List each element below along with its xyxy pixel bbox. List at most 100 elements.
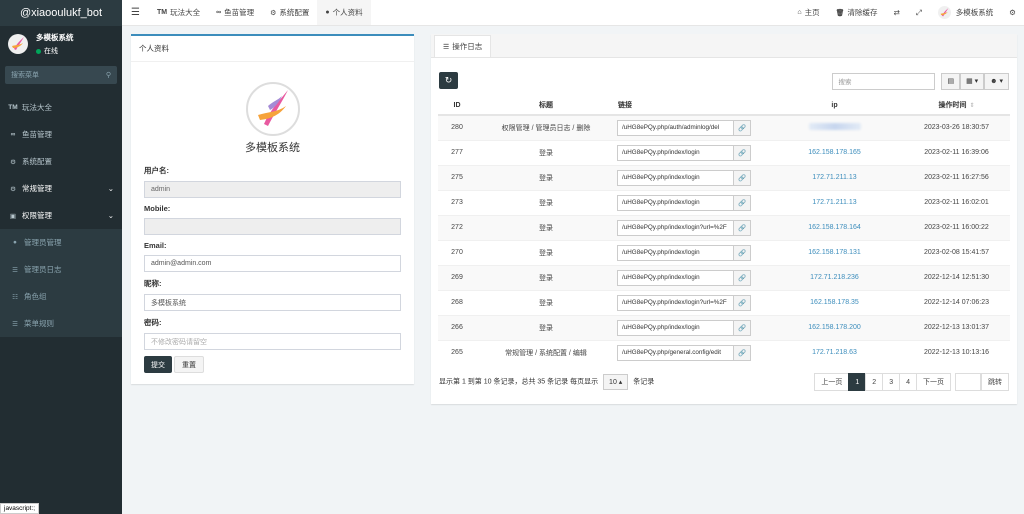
tab-system-config[interactable]: ⚙ 系统配置 (262, 0, 317, 25)
url-field[interactable]: /uHG8ePQy.php/index/login (617, 144, 734, 161)
open-link-button[interactable]: 🔗 (734, 319, 751, 336)
tab-operation-log[interactable]: ☰ 操作日志 (434, 35, 492, 57)
app-brand[interactable]: @xiaooulukf_bot (0, 0, 122, 26)
url-field[interactable]: /uHG8ePQy.php/auth/adminlog/del (617, 119, 734, 136)
home-link[interactable]: ⌂ 主页 (789, 0, 827, 25)
sidebar-item-playbook[interactable]: TM 玩法大全 (0, 94, 122, 121)
url-field[interactable]: /uHG8ePQy.php/index/login?url=%2F (617, 219, 734, 236)
jump-page-input[interactable] (955, 373, 981, 391)
user-status: 在线 (36, 46, 74, 56)
url-field[interactable]: /uHG8ePQy.php/index/login (617, 319, 734, 336)
open-link-button[interactable]: 🔗 (734, 194, 751, 211)
column-header-time[interactable]: 操作时间 ⇕ (903, 96, 1010, 116)
nickname-field[interactable]: 多模板系统 (144, 294, 401, 311)
open-link-button[interactable]: 🔗 (734, 269, 751, 286)
page-button-1[interactable]: 1 (848, 373, 867, 391)
table-row[interactable]: 275 登录 /uHG8ePQy.php/index/login 🔗 172.7… (438, 164, 1010, 190)
password-field[interactable]: 不修改密码请留空 (144, 333, 401, 350)
sidebar-item-system-config[interactable]: ⚙ 系统配置 (0, 148, 122, 175)
log-search-input[interactable]: 搜索 (832, 72, 936, 90)
refresh-button[interactable]: ↻ (439, 72, 458, 89)
account-menu[interactable]: 多模板系统 (930, 0, 1002, 25)
tab-playbook[interactable]: TM 玩法大全 (149, 0, 208, 25)
column-header-id[interactable]: ID (438, 96, 476, 116)
sidebar-item-admin-log[interactable]: ☰ 管理员日志 (0, 256, 122, 283)
open-link-button[interactable]: 🔗 (734, 294, 751, 311)
chevron-down-icon: ⌄ (107, 211, 114, 220)
tab-profile[interactable]: ● 个人资料 (317, 0, 371, 25)
url-field[interactable]: /uHG8ePQy.php/index/login (617, 269, 734, 286)
reset-button[interactable]: 重置 (174, 356, 204, 373)
table-row[interactable]: 277 登录 /uHG8ePQy.php/index/login 🔗 162.1… (438, 139, 1010, 165)
search-icon[interactable]: ⚲ (106, 71, 111, 79)
open-link-button[interactable]: 🔗 (734, 219, 751, 236)
sidebar-item-role-group[interactable]: ☷ 角色组 (0, 283, 122, 310)
open-link-button[interactable]: 🔗 (734, 144, 751, 161)
open-link-button[interactable]: 🔗 (734, 119, 751, 136)
sidebar-item-fish-fry[interactable]: ∞ 鱼苗管理 (0, 121, 122, 148)
sidebar-item-menu-rules[interactable]: ☰ 菜单规则 (0, 310, 122, 337)
url-field[interactable]: /uHG8ePQy.php/index/login (617, 169, 734, 186)
gear-icon: ⚙ (10, 158, 16, 166)
cell-url: /uHG8ePQy.php/index/login 🔗 (616, 314, 766, 340)
cell-url: /uHG8ePQy.php/general.config/edit 🔗 (616, 339, 766, 365)
sidebar-item-permissions[interactable]: ▣ 权限管理 ⌄ (0, 202, 122, 229)
tab-fish-fry[interactable]: ∞ 鱼苗管理 (208, 0, 262, 25)
jump-button[interactable]: 跳转 (981, 373, 1009, 391)
table-row[interactable]: 280 权限管理 / 管理员日志 / 删除 /uHG8ePQy.php/auth… (438, 114, 1010, 140)
cell-ip: 162.158.178.131 (766, 239, 903, 265)
email-field[interactable]: admin@admin.com (144, 255, 401, 272)
language-icon[interactable]: ⇄ (885, 0, 907, 25)
url-field[interactable]: /uHG8ePQy.php/index/login (617, 194, 734, 211)
sidebar-search-input[interactable]: 搜索菜单 ⚲ (5, 66, 117, 84)
sidebar-item-admin-manage[interactable]: ● 管理员管理 (0, 229, 122, 256)
menu-toggle-icon[interactable]: ☰ (122, 0, 149, 25)
columns-button[interactable]: ▦ ▾ (960, 72, 985, 90)
table-row[interactable]: 270 登录 /uHG8ePQy.php/index/login 🔗 162.1… (438, 239, 1010, 265)
submit-button[interactable]: 提交 (144, 356, 172, 373)
cell-title: 登录 (476, 164, 616, 190)
open-link-button[interactable]: 🔗 (734, 169, 751, 186)
export-button[interactable]: ☻ ▾ (984, 72, 1009, 90)
cell-ip: 172.71.218.236 (766, 264, 903, 290)
url-field[interactable]: /uHG8ePQy.php/general.config/edit (617, 344, 734, 361)
link-icon: 🔗 (737, 324, 747, 332)
profile-form: 用户名: admin Mobile: Email: admin@admin.co… (131, 165, 414, 373)
cell-ip: 162.158.178.200 (766, 314, 903, 340)
settings-gears-icon[interactable]: ⚙ (1001, 0, 1024, 25)
open-link-button[interactable]: 🔗 (734, 344, 751, 361)
list-icon: ☰ (443, 43, 450, 51)
cell-title: 登录 (476, 314, 616, 340)
table-row[interactable]: 269 登录 /uHG8ePQy.php/index/login 🔗 172.7… (438, 264, 1010, 290)
fullscreen-icon[interactable]: ⤢ (908, 0, 930, 25)
cell-title: 登录 (476, 139, 616, 165)
sidebar-item-general[interactable]: ⚙ 常规管理 ⌄ (0, 175, 122, 202)
toggle-view-button[interactable]: ▤ (941, 72, 961, 90)
table-row[interactable]: 265 常规管理 / 系统配置 / 编辑 /uHG8ePQy.php/gener… (438, 339, 1010, 365)
online-dot-icon (36, 48, 41, 54)
prev-page-button[interactable]: 上一页 (814, 373, 850, 391)
page-button-4[interactable]: 4 (899, 373, 917, 391)
next-page-button[interactable]: 下一页 (916, 373, 951, 391)
link-icon: 🔗 (737, 224, 747, 232)
table-row[interactable]: 273 登录 /uHG8ePQy.php/index/login 🔗 172.7… (438, 189, 1010, 215)
profile-avatar[interactable] (245, 82, 300, 136)
clear-cache-button[interactable]: 🗑 清除缓存 (828, 0, 886, 25)
home-icon: ⌂ (797, 9, 802, 16)
page-button-2[interactable]: 2 (865, 373, 884, 391)
page-size-select[interactable]: 10 ▴ (603, 374, 629, 390)
ip-value: 162.158.178.164 (808, 224, 861, 231)
mobile-field[interactable] (144, 218, 401, 235)
sidebar: @xiaooulukf_bot 多模板系统 在线 搜索菜单 ⚲ TM 玩法大全 ∞… (0, 0, 122, 514)
username-field[interactable]: admin (144, 181, 401, 198)
url-field[interactable]: /uHG8ePQy.php/index/login?url=%2F (617, 294, 734, 311)
table-row[interactable]: 268 登录 /uHG8ePQy.php/index/login?url=%2F… (438, 289, 1010, 315)
page-button-3[interactable]: 3 (882, 373, 901, 391)
cell-ip: 162.158.178.164 (766, 214, 903, 240)
cell-title: 登录 (476, 239, 616, 265)
url-field[interactable]: /uHG8ePQy.php/index/login (617, 244, 734, 261)
open-link-button[interactable]: 🔗 (734, 244, 751, 261)
table-row[interactable]: 272 登录 /uHG8ePQy.php/index/login?url=%2F… (438, 214, 1010, 240)
cell-title: 登录 (476, 189, 616, 215)
table-row[interactable]: 266 登录 /uHG8ePQy.php/index/login 🔗 162.1… (438, 314, 1010, 340)
